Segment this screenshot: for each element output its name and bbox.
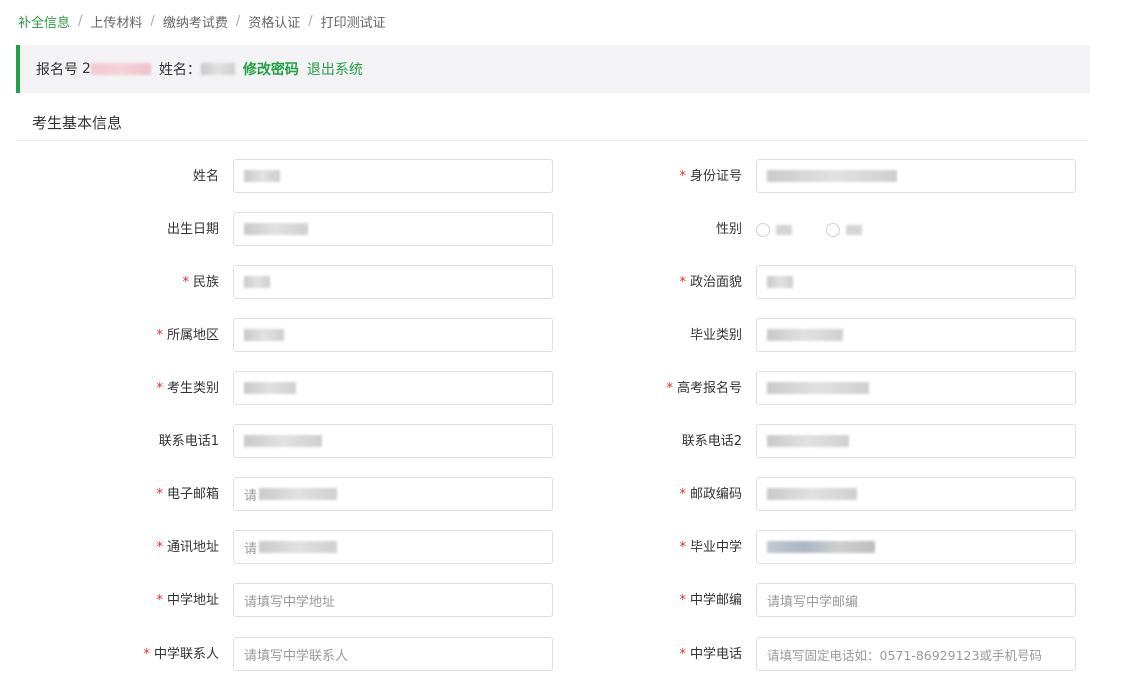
candidate-info-bar: 报名号 2 姓名： 修改密码 退出系统 bbox=[16, 45, 1090, 93]
breadcrumb-separator: / bbox=[150, 14, 155, 29]
gender-label: 性别 bbox=[715, 222, 742, 237]
school-phone-input[interactable]: 请填写固定电话如：0571-86929123或手机号码 bbox=[756, 637, 1076, 671]
breadcrumb-separator: / bbox=[78, 14, 83, 29]
gender-radio-male[interactable] bbox=[756, 223, 770, 237]
id-number-label: * 身份证号 bbox=[679, 169, 742, 184]
phone1-label: 联系电话1 bbox=[158, 434, 219, 449]
form-row: 出生日期 性别 bbox=[0, 212, 1121, 248]
breadcrumb-step-upload[interactable]: 上传材料 bbox=[90, 12, 142, 31]
address-label: * 通讯地址 bbox=[156, 540, 219, 555]
breadcrumb-separator: / bbox=[308, 14, 313, 29]
phone1-input[interactable] bbox=[233, 424, 553, 458]
name-input[interactable] bbox=[233, 159, 553, 193]
candidate-type-label: * 考生类别 bbox=[156, 381, 219, 396]
gaokao-number-input[interactable] bbox=[756, 371, 1076, 405]
name-label: 姓名： bbox=[158, 62, 201, 78]
phone2-input[interactable] bbox=[756, 424, 1076, 458]
registration-number-prefix: 2 bbox=[82, 61, 91, 77]
form-row: 联系电话1 联系电话2 bbox=[0, 424, 1121, 460]
ethnicity-label: * 民族 bbox=[182, 275, 219, 290]
graduation-type-label: 毕业类别 bbox=[689, 328, 742, 343]
gender-option-female-text bbox=[846, 225, 862, 235]
breadcrumb-step-payment[interactable]: 缴纳考试费 bbox=[163, 12, 228, 31]
ethnicity-select[interactable] bbox=[233, 265, 553, 299]
form-row: * 电子邮箱 请 * 邮政编码 bbox=[0, 477, 1121, 513]
email-input[interactable]: 请 bbox=[233, 477, 553, 511]
gaokao-number-label: * 高考报名号 bbox=[666, 381, 742, 396]
form-row: 姓名 * 身份证号 bbox=[0, 159, 1121, 195]
address-input[interactable]: 请 bbox=[233, 530, 553, 564]
school-address-input[interactable]: 请填写中学地址 bbox=[233, 583, 553, 617]
form-row: * 中学联系人 请填写中学联系人 * 中学电话 请填写固定电话如：0571-8692… bbox=[0, 637, 1121, 673]
logout-link[interactable]: 退出系统 bbox=[307, 59, 363, 79]
change-password-link[interactable]: 修改密码 bbox=[243, 59, 299, 79]
registration-number-label: 报名号 bbox=[36, 62, 78, 78]
section-title: 考生基本信息 bbox=[32, 114, 123, 132]
school-address-label: * 中学地址 bbox=[156, 593, 219, 608]
form-row: * 所属地区 毕业类别 bbox=[0, 318, 1121, 354]
birth-date-input[interactable] bbox=[233, 212, 553, 246]
section-divider bbox=[16, 140, 1088, 141]
postcode-label: * 邮政编码 bbox=[679, 487, 742, 502]
birth-date-label: 出生日期 bbox=[166, 222, 219, 237]
gender-option-male-text bbox=[776, 225, 792, 235]
registration-number-redacted bbox=[90, 63, 151, 75]
school-phone-label: * 中学电话 bbox=[679, 647, 742, 662]
name-label-row: 姓名 bbox=[192, 169, 219, 184]
name-redacted bbox=[200, 63, 235, 75]
graduation-type-select[interactable] bbox=[756, 318, 1076, 352]
breadcrumb-step-print[interactable]: 打印测试证 bbox=[321, 12, 386, 31]
breadcrumb-step-qualification[interactable]: 资格认证 bbox=[248, 12, 300, 31]
form-row: * 考生类别 * 高考报名号 bbox=[0, 371, 1121, 407]
political-status-label: * 政治面貌 bbox=[679, 275, 742, 290]
breadcrumb: 补全信息 / 上传材料 / 缴纳考试费 / 资格认证 / 打印测试证 bbox=[18, 12, 386, 31]
form-row: * 中学地址 请填写中学地址 * 中学邮编 请填写中学邮编 bbox=[0, 583, 1121, 619]
email-label: * 电子邮箱 bbox=[156, 487, 219, 502]
school-contact-label: * 中学联系人 bbox=[143, 647, 219, 662]
id-number-input[interactable] bbox=[756, 159, 1076, 193]
region-label: * 所属地区 bbox=[156, 328, 219, 343]
high-school-input[interactable] bbox=[756, 530, 1076, 564]
high-school-label: * 毕业中学 bbox=[679, 540, 742, 555]
region-select[interactable] bbox=[233, 318, 553, 352]
political-status-select[interactable] bbox=[756, 265, 1076, 299]
phone2-label: 联系电话2 bbox=[681, 434, 742, 449]
form-row: * 通讯地址 请 * 毕业中学 bbox=[0, 530, 1121, 566]
candidate-type-select[interactable] bbox=[233, 371, 553, 405]
breadcrumb-step-fill-info[interactable]: 补全信息 bbox=[18, 12, 70, 31]
school-contact-input[interactable]: 请填写中学联系人 bbox=[233, 637, 553, 671]
breadcrumb-separator: / bbox=[235, 14, 241, 29]
school-postcode-label: * 中学邮编 bbox=[679, 593, 742, 608]
form-row: * 民族 * 政治面貌 bbox=[0, 265, 1121, 301]
gender-radio-group bbox=[756, 212, 896, 248]
postcode-input[interactable] bbox=[756, 477, 1076, 511]
gender-radio-female[interactable] bbox=[826, 223, 840, 237]
school-postcode-input[interactable]: 请填写中学邮编 bbox=[756, 583, 1076, 617]
